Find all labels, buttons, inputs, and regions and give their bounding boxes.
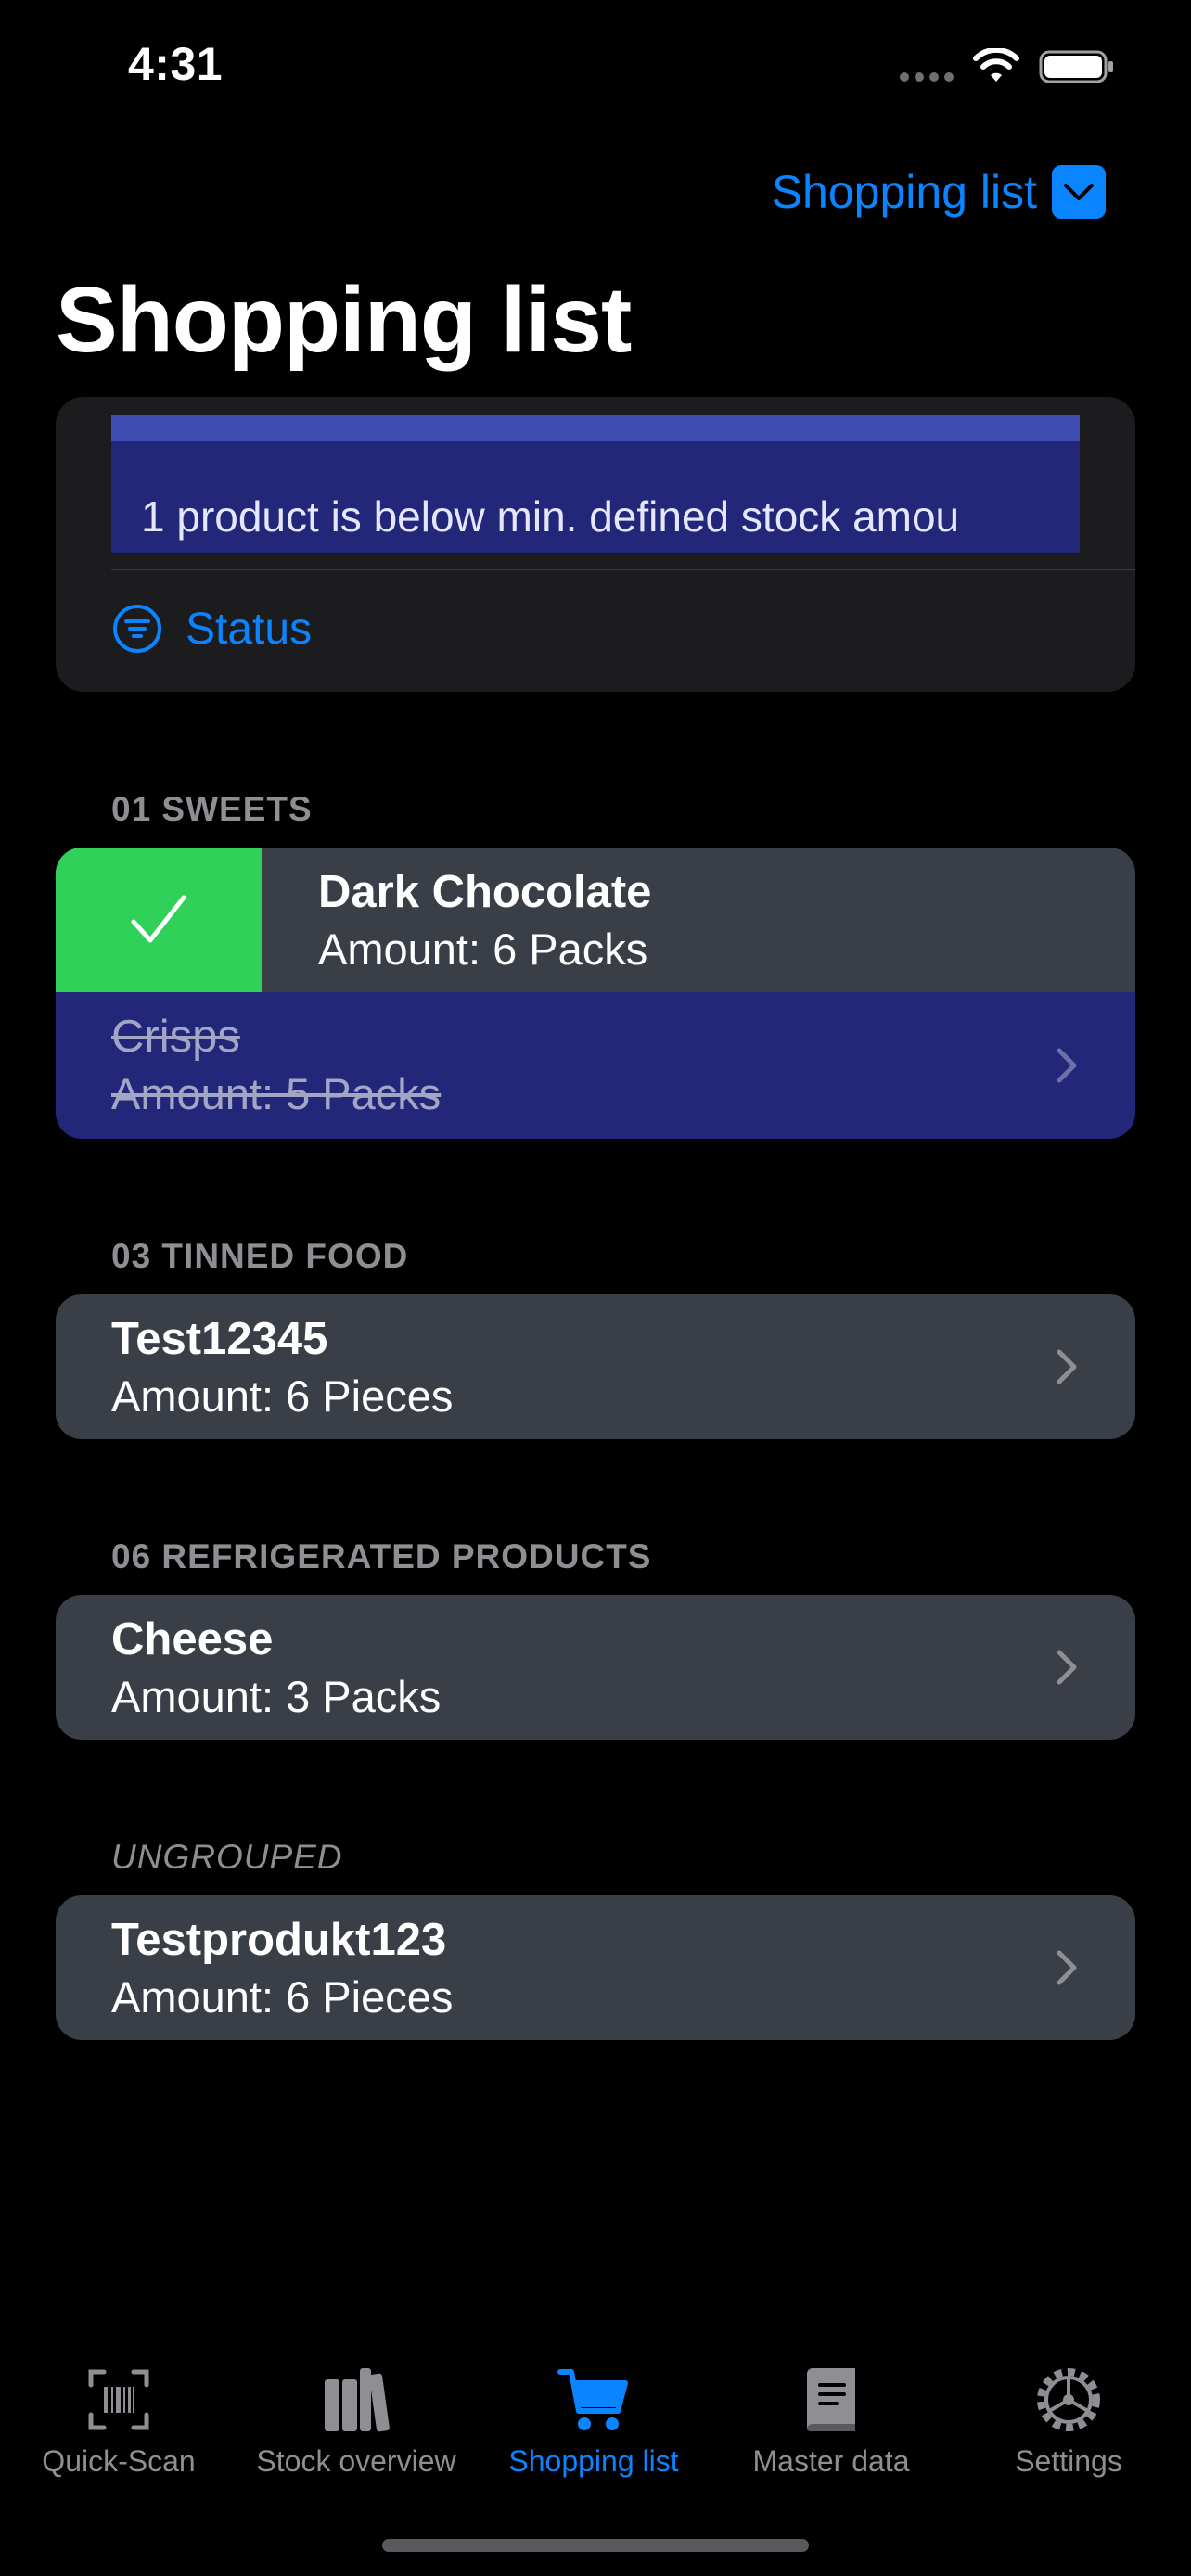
list-item-test12345[interactable]: Test12345 Amount: 6 Pieces bbox=[56, 1294, 1135, 1439]
chevron-right-icon bbox=[1057, 1349, 1077, 1384]
gear-icon bbox=[1037, 2368, 1100, 2431]
banner-text: 1 product is below min. defined stock am… bbox=[141, 492, 960, 541]
item-name: Testprodukt123 bbox=[111, 1915, 447, 1965]
tab-label: Quick-Scan bbox=[42, 2444, 196, 2478]
status-filter-button[interactable]: Status bbox=[111, 603, 312, 655]
checkmark-icon bbox=[131, 895, 186, 943]
item-amount: Amount: 5 Packs bbox=[111, 1069, 442, 1118]
book-icon bbox=[807, 2368, 855, 2432]
item-amount: Amount: 3 Packs bbox=[111, 1672, 442, 1721]
wifi-icon bbox=[973, 48, 1019, 82]
list-picker-button[interactable]: Shopping list bbox=[772, 165, 1106, 219]
item-amount: Amount: 6 Pieces bbox=[111, 1371, 454, 1421]
mark-done-swipe-button[interactable] bbox=[56, 848, 262, 992]
filter-icon bbox=[113, 605, 161, 653]
section-header-tinned-food: 03 TINNED FOOD bbox=[111, 1237, 409, 1275]
item-amount: Amount: 6 Pieces bbox=[111, 1972, 454, 2021]
status-filter-label: Status bbox=[186, 604, 313, 654]
home-indicator bbox=[382, 2539, 809, 2552]
item-name: Test12345 bbox=[111, 1314, 328, 1364]
list-item-dark-chocolate[interactable]: Dark Chocolate Amount: 6 Packs bbox=[56, 848, 1135, 992]
tab-stock-overview[interactable]: Stock overview bbox=[237, 2363, 475, 2479]
cart-icon bbox=[557, 2369, 628, 2430]
section-header-ungrouped: UNGROUPED bbox=[111, 1838, 343, 1876]
chevron-right-icon bbox=[1057, 1650, 1077, 1685]
chevron-right-icon bbox=[1057, 1048, 1077, 1083]
list-item-cheese[interactable]: Cheese Amount: 3 Packs bbox=[56, 1595, 1135, 1740]
status-time: 4:31 bbox=[128, 38, 224, 90]
item-name: Crisps bbox=[111, 1012, 240, 1062]
list-item-crisps[interactable]: Crisps Amount: 5 Packs bbox=[56, 992, 1135, 1139]
below-min-stock-banner[interactable]: 1 product is below min. defined stock am… bbox=[111, 415, 1080, 553]
item-name: Dark Chocolate bbox=[318, 867, 652, 917]
tab-label: Stock overview bbox=[256, 2444, 456, 2478]
tab-shopping-list[interactable]: Shopping list bbox=[475, 2363, 712, 2479]
list-item-testprodukt123[interactable]: Testprodukt123 Amount: 6 Pieces bbox=[56, 1895, 1135, 2040]
section-header-sweets: 01 SWEETS bbox=[111, 790, 313, 828]
chevron-down-icon bbox=[1052, 165, 1106, 219]
filter-card: 1 product is below min. defined stock am… bbox=[56, 397, 1135, 692]
sweets-group: Dark Chocolate Amount: 6 Packs Crisps Am… bbox=[56, 848, 1135, 1139]
cellular-signal-icon bbox=[900, 72, 957, 83]
item-name: Cheese bbox=[111, 1614, 274, 1664]
item-amount: Amount: 6 Packs bbox=[318, 925, 648, 974]
tab-label: Settings bbox=[1015, 2444, 1122, 2478]
tab-master-data[interactable]: Master data bbox=[712, 2363, 950, 2479]
books-icon bbox=[325, 2368, 390, 2432]
barcode-scan-icon bbox=[88, 2369, 149, 2430]
divider bbox=[111, 569, 1135, 570]
battery-icon bbox=[1039, 50, 1113, 83]
tab-quick-scan[interactable]: Quick-Scan bbox=[0, 2363, 237, 2479]
chevron-right-icon bbox=[1057, 1950, 1077, 1985]
tab-label: Master data bbox=[752, 2444, 910, 2478]
page-title: Shopping list bbox=[56, 268, 632, 372]
list-picker-label: Shopping list bbox=[771, 166, 1037, 218]
tab-label: Shopping list bbox=[508, 2444, 679, 2478]
section-header-refrigerated: 06 REFRIGERATED PRODUCTS bbox=[111, 1537, 652, 1575]
tab-settings[interactable]: Settings bbox=[950, 2363, 1187, 2479]
